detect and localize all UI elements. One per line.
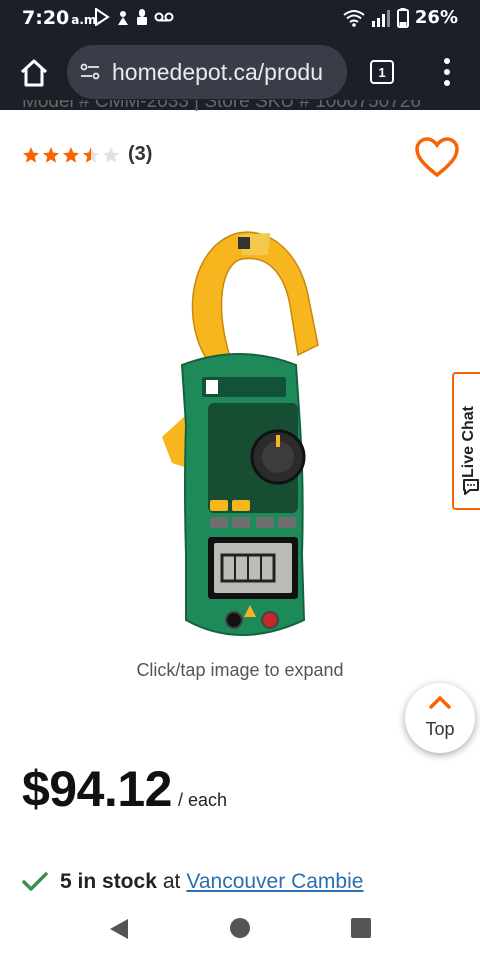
- stock-quantity: 5 in stock: [60, 870, 157, 893]
- favorite-heart-icon[interactable]: [414, 136, 460, 178]
- battery-percent: 26%: [414, 7, 458, 28]
- back-nav-icon[interactable]: [108, 917, 130, 941]
- review-count[interactable]: (3): [128, 143, 152, 166]
- star-icon: [63, 146, 79, 163]
- overflow-menu-icon[interactable]: [440, 57, 454, 87]
- expand-image-caption[interactable]: Click/tap image to expand: [0, 660, 480, 681]
- model-sku-line: Model # CMM-2033 | Store SKU # 100075072…: [22, 100, 462, 120]
- status-bar: 7:20 a.m. 26%: [0, 0, 480, 36]
- price-row: $94.12 / each: [22, 760, 227, 818]
- stock-at: at: [162, 870, 181, 893]
- star-icon: [23, 146, 39, 163]
- wifi-icon: [343, 9, 365, 27]
- star-icon: [83, 146, 99, 163]
- stock-row: 5 in stock at Vancouver Cambie: [22, 870, 363, 894]
- recents-nav-icon[interactable]: [350, 917, 372, 939]
- voicemail-icon: [154, 12, 174, 22]
- star-icon: [103, 146, 119, 163]
- back-to-top-button[interactable]: Top: [405, 683, 475, 753]
- browser-toolbar: homedepot.ca/produ 1: [0, 36, 480, 110]
- back-to-top-label: Top: [425, 719, 455, 739]
- live-chat-label: Live Chat: [460, 405, 477, 478]
- price: $94.12: [22, 761, 172, 817]
- home-nav-icon[interactable]: [229, 917, 251, 939]
- address-bar[interactable]: homedepot.ca/produ: [67, 45, 347, 99]
- star-icon: [43, 146, 59, 163]
- url-text[interactable]: homedepot.ca/produ: [112, 59, 323, 86]
- battery-icon: [396, 7, 409, 28]
- status-time: 7:20 a.m.: [22, 7, 101, 29]
- model-sku-text: Model # CMM-2033 | Store SKU # 100075072…: [22, 100, 421, 112]
- system-icons: 26%: [343, 7, 458, 28]
- tab-switcher-button[interactable]: 1: [370, 60, 394, 84]
- live-chat-button[interactable]: Live Chat: [452, 372, 480, 510]
- home-icon[interactable]: [19, 58, 49, 88]
- notification-icon: [137, 9, 147, 25]
- rating-row[interactable]: (3): [22, 143, 152, 166]
- clock: 7:20: [22, 7, 70, 29]
- drive-icon: [118, 11, 128, 25]
- price-unit: / each: [177, 790, 227, 810]
- site-settings-icon[interactable]: [80, 62, 100, 82]
- chat-bubble-icon: [463, 479, 479, 495]
- check-icon: [22, 872, 48, 891]
- chevron-up-icon: [429, 696, 451, 709]
- star-rating: [22, 146, 120, 164]
- system-nav-bar: [0, 905, 480, 960]
- play-store-icon: [95, 8, 110, 26]
- notification-icons: [94, 8, 174, 26]
- store-link[interactable]: Vancouver Cambie: [186, 870, 363, 894]
- product-image[interactable]: [150, 225, 330, 655]
- signal-icon: [371, 9, 390, 27]
